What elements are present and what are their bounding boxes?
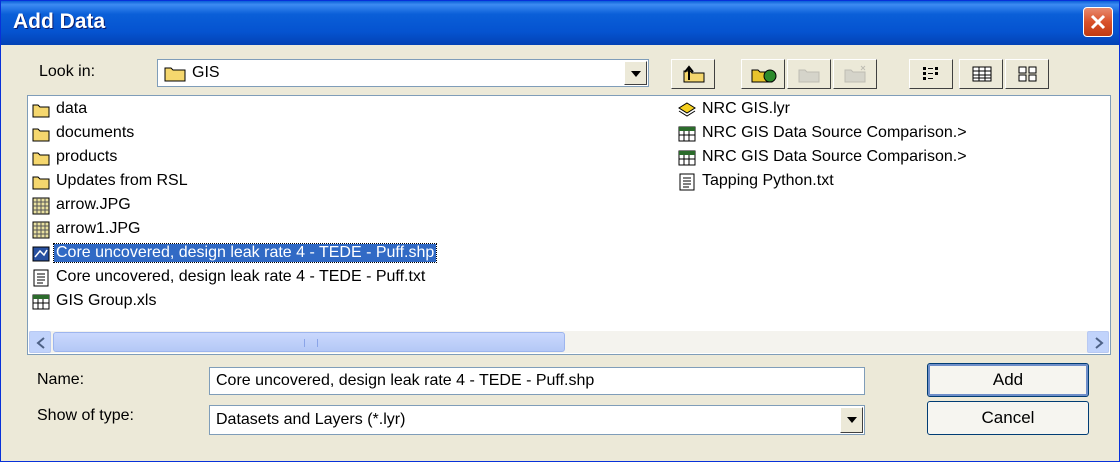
shapefile-icon [32,246,50,262]
file-name: Tapping Python.txt [702,172,834,189]
file-name: NRC GIS Data Source Comparison.> [702,148,967,165]
add-button[interactable]: Add [927,363,1089,397]
look-in-combo[interactable]: GIS [157,59,649,87]
horizontal-scrollbar[interactable] [29,331,1109,353]
arrow-left-icon [36,337,45,349]
folder-icon [32,176,50,190]
table-icon [32,294,50,310]
type-label: Show of type: [37,407,134,424]
file-name: GIS Group.xls [56,292,157,309]
file-name: data [56,100,88,117]
layer-icon [678,102,696,117]
title-bar[interactable]: Add Data [1,1,1119,45]
text-file-icon [33,269,49,287]
close-icon [1090,14,1106,30]
file-name: arrow1.JPG [56,220,141,237]
file-name: NRC GIS.lyr [702,100,790,117]
type-value: Datasets and Layers (*.lyr) [216,411,406,428]
thumbnails-view-button[interactable] [1005,59,1049,89]
folder-icon [164,67,186,82]
dialog-title: Add Data [13,10,106,33]
scroll-right-button[interactable] [1087,331,1109,353]
file-name: NRC GIS Data Source Comparison.> [702,124,967,141]
up-folder-icon [683,65,705,83]
folder-icon [32,128,50,142]
folder-icon [32,152,50,166]
details-view-icon [972,66,992,82]
new-folder-button[interactable] [833,59,877,89]
list-view-icon [923,67,938,80]
thumbnails-view-icon [1018,66,1037,82]
up-one-level-button[interactable] [671,59,715,89]
file-name: Core uncovered, design leak rate 4 - TED… [56,268,426,285]
raster-icon [32,221,50,239]
file-name: Core uncovered, design leak rate 4 - TED… [52,243,438,263]
file-name: products [56,148,118,165]
disconnect-folder-icon [798,69,820,83]
connect-folder-button[interactable] [741,59,785,89]
look-in-label: Look in: [39,63,96,80]
scroll-left-button[interactable] [29,331,51,353]
table-icon [678,150,696,166]
file-list[interactable]: data documents products Updates from RSL… [27,95,1111,355]
type-combo[interactable]: Datasets and Layers (*.lyr) [209,405,865,435]
file-name: documents [56,124,135,141]
look-in-value: GIS [192,64,220,81]
arrow-right-icon [1095,337,1104,349]
name-label: Name: [37,371,85,388]
list-view-button[interactable] [909,59,953,89]
add-data-dialog: Add Data Look in: GIS data documents pro… [0,0,1120,462]
text-file-icon [679,173,695,191]
scroll-thumb[interactable] [53,332,565,352]
file-name: Updates from RSL [56,172,188,189]
table-icon [678,126,696,142]
type-dropdown-button[interactable] [840,407,863,433]
name-input[interactable]: Core uncovered, design leak rate 4 - TED… [209,367,865,395]
scroll-grip [304,339,318,347]
raster-icon [32,197,50,215]
disconnect-folder-button[interactable] [787,59,831,89]
close-button[interactable] [1083,7,1113,37]
new-folder-icon [844,65,866,83]
name-input-value: Core uncovered, design leak rate 4 - TED… [216,372,595,389]
connect-folder-icon [751,69,777,83]
details-view-button[interactable] [959,59,1003,89]
file-name: arrow.JPG [56,196,131,213]
look-in-dropdown-button[interactable] [624,61,647,85]
folder-icon [32,104,50,118]
cancel-button[interactable]: Cancel [927,401,1089,435]
